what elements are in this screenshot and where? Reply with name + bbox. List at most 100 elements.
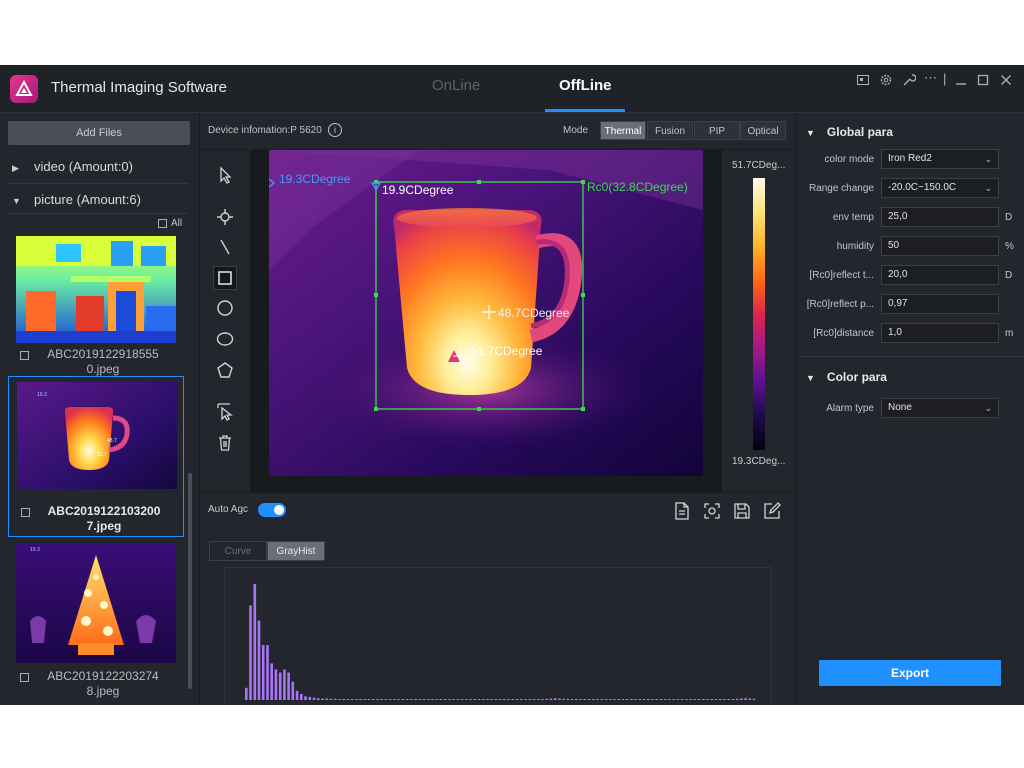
global-para-header[interactable]: ▼ Global para — [806, 125, 893, 139]
file-list-scrollbar[interactable] — [188, 473, 192, 689]
histogram-bar — [617, 699, 620, 700]
reflect-temp-unit: D — [1005, 270, 1013, 281]
file-item[interactable]: 19.3 ABC2019122203274 8.jpeg — [8, 541, 184, 705]
histogram-bar — [325, 698, 328, 700]
histogram-bar — [435, 699, 438, 700]
histogram-bar — [693, 699, 697, 700]
histogram-bar — [295, 690, 299, 700]
close-icon[interactable] — [1000, 73, 1012, 90]
rectangle-tool-icon[interactable] — [213, 266, 237, 290]
histogram-bar — [245, 687, 248, 700]
delete-trash-icon[interactable] — [214, 432, 236, 454]
histogram-bar — [350, 699, 354, 700]
thumbnail-image[interactable]: 19.3 48.7 51.7 — [17, 382, 177, 489]
focus-capture-icon[interactable] — [702, 501, 722, 521]
mode-pip-button[interactable]: PIP — [694, 121, 740, 140]
svg-text:48.7: 48.7 — [107, 438, 117, 444]
chevron-down-icon: ▼ — [12, 196, 21, 206]
tab-curve[interactable]: Curve — [209, 541, 267, 561]
histogram-bar — [723, 699, 726, 700]
roi-rc0-label[interactable]: Rc0(32.8CDegree) — [587, 180, 688, 194]
mode-thermal-button[interactable]: Thermal — [600, 121, 646, 140]
edit-icon[interactable] — [762, 501, 782, 521]
select-all-checkbox[interactable]: All — [158, 218, 182, 229]
thumbnail-image[interactable]: 19.3 — [16, 543, 176, 663]
file-name-text: ABC2019122203274 8.jpeg — [47, 669, 159, 698]
histogram-bar — [274, 669, 278, 700]
histogram-bar — [291, 681, 295, 700]
file-item-selected[interactable]: 19.3 48.7 51.7 ABC2019122103200 7.jpeg — [8, 376, 184, 537]
tree-item-picture[interactable]: ▼ picture (Amount:6) — [12, 192, 141, 207]
line-tool-icon[interactable] — [214, 236, 236, 258]
tree-item-video[interactable]: ▶ video (Amount:0) — [12, 159, 133, 174]
ellipse-tool-icon[interactable] — [214, 328, 236, 350]
file-item[interactable]: ABC2019122918555 0.jpeg — [8, 233, 184, 376]
wrench-icon[interactable] — [902, 73, 917, 90]
device-mode-toolbar: Device infomation:P 5620 i Mode Thermal … — [200, 113, 794, 150]
parameters-panel: ▼ Global para color mode Iron Red2 ⌄ Range… — [795, 113, 1024, 705]
reflect-param-input[interactable]: 0,97 — [881, 294, 999, 314]
histogram-bar — [418, 699, 422, 700]
histogram-bar — [308, 696, 312, 700]
app-logo-icon — [10, 75, 38, 103]
histogram-bar — [515, 699, 519, 700]
settings-gear-icon[interactable] — [879, 73, 893, 90]
file-name-text: ABC2019122918555 0.jpeg — [47, 347, 159, 376]
minimize-icon[interactable] — [955, 73, 967, 90]
divider — [802, 356, 1022, 357]
add-files-button[interactable]: Add Files — [8, 121, 190, 145]
tab-grayhist[interactable]: GrayHist — [267, 541, 325, 561]
image-viewport[interactable]: 19.3CDegree 19.9CDegree Rc0(32.8CDegree)… — [251, 150, 722, 492]
histogram-bar — [507, 699, 510, 700]
color-mode-select[interactable]: Iron Red2 ⌄ — [881, 149, 999, 169]
device-info: Device infomation:P 5620 — [208, 125, 322, 136]
env-temp-input[interactable]: 25,0 — [881, 207, 999, 227]
histogram-bar — [304, 696, 307, 700]
svg-text:51.7: 51.7 — [97, 452, 107, 458]
polygon-tool-icon[interactable] — [214, 359, 236, 381]
histogram-bar — [604, 699, 608, 700]
reflect-temp-input[interactable]: 20,0 — [881, 265, 999, 285]
mode-fusion-button[interactable]: Fusion — [647, 121, 693, 140]
auto-agc-label: Auto Agc — [208, 504, 249, 515]
tab-online[interactable]: OnLine — [432, 77, 480, 94]
pointer-icon[interactable] — [214, 164, 236, 186]
thumbnail-image[interactable] — [16, 236, 176, 343]
more-icon[interactable]: ⋯ — [924, 70, 937, 86]
histogram-bar — [503, 699, 506, 700]
select-tool-icon[interactable] — [214, 400, 236, 422]
tab-offline[interactable]: OffLine — [559, 77, 612, 94]
checkbox-icon[interactable] — [20, 673, 29, 682]
checkbox-icon — [158, 218, 167, 228]
alarm-type-select[interactable]: None ⌄ — [881, 398, 999, 418]
histogram-bar — [431, 699, 434, 700]
file-name: ABC2019122203274 8.jpeg — [20, 669, 178, 699]
histogram-bar — [333, 698, 337, 700]
checkbox-icon[interactable] — [21, 508, 30, 517]
histogram-bar — [596, 699, 599, 700]
histogram-bar — [456, 699, 460, 700]
report-document-icon[interactable] — [672, 501, 692, 521]
mode-optical-button[interactable]: Optical — [740, 121, 786, 140]
save-icon[interactable] — [732, 501, 752, 521]
range-change-select[interactable]: -20.0C~150.0C ⌄ — [881, 178, 999, 198]
thermal-image[interactable]: 19.3CDegree 19.9CDegree Rc0(32.8CDegree)… — [269, 150, 703, 476]
histogram-bar — [321, 698, 324, 700]
screenshot-icon[interactable] — [856, 73, 870, 90]
maximize-icon[interactable] — [977, 73, 989, 90]
export-button[interactable]: Export — [819, 660, 1001, 686]
circle-tool-icon[interactable] — [214, 297, 236, 319]
histogram-bar — [283, 669, 286, 700]
histogram-bar — [752, 698, 756, 700]
scale-max-label: 51.7CDeg... — [732, 160, 786, 171]
auto-agc-toggle[interactable] — [258, 503, 286, 517]
histogram-bar — [465, 699, 468, 700]
humidity-input[interactable]: 50 — [881, 236, 999, 256]
point-measure-icon[interactable] — [214, 206, 236, 228]
histogram-bar — [706, 699, 709, 700]
tree-item-video-label: video (Amount:0) — [34, 159, 133, 174]
checkbox-icon[interactable] — [20, 351, 29, 360]
color-para-header[interactable]: ▼ Color para — [806, 370, 887, 384]
info-icon[interactable]: i — [328, 123, 342, 137]
distance-input[interactable]: 1,0 — [881, 323, 999, 343]
